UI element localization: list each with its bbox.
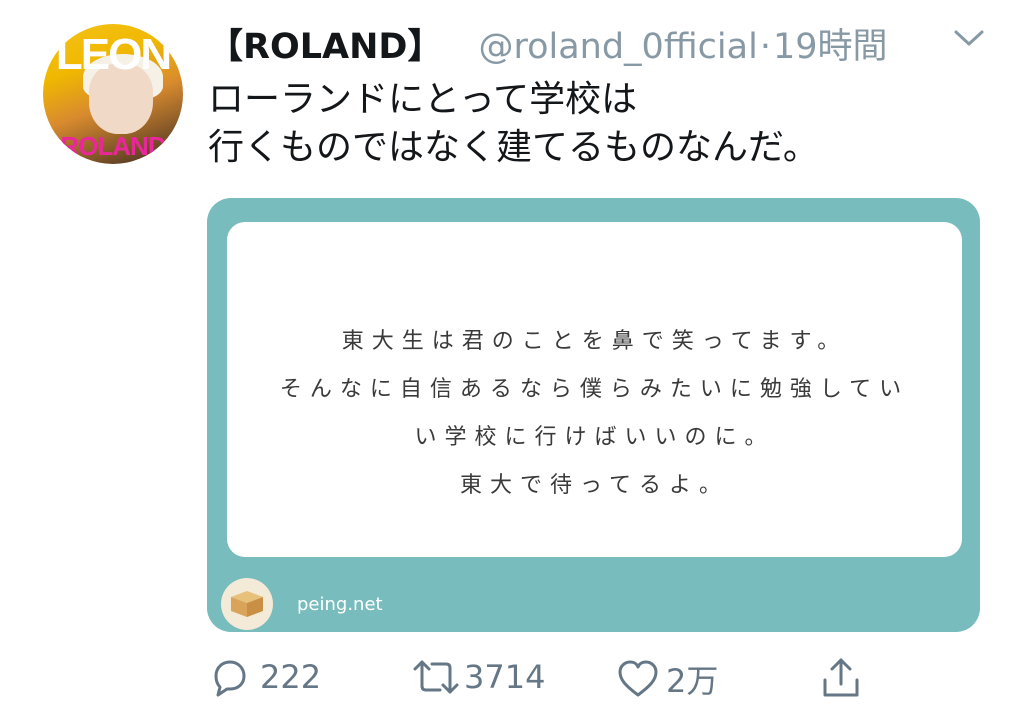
display-name[interactable]: 【ROLAND】 xyxy=(208,18,442,69)
tweet-actions: 222 3714 2万 xyxy=(208,656,888,700)
question-text: 東大生は君のことを鼻で笑ってます。 そんなに自信あるなら僕らみたいに勉強してい … xyxy=(227,318,962,510)
question-line: 東大で待ってるよ。 xyxy=(460,473,729,498)
avatar-magazine-caption: ROLAND xyxy=(60,131,166,161)
peing-question-card[interactable]: 東大生は君のことを鼻で笑ってます。 そんなに自信あるなら僕らみたいに勉強してい … xyxy=(207,198,980,632)
user-handle[interactable]: @roland_0fficial xyxy=(478,27,757,67)
tweet-text-line: 行くものではなく建てるものなんだ。 xyxy=(208,127,819,168)
retweet-button[interactable]: 3714 xyxy=(412,656,545,698)
question-panel: 東大生は君のことを鼻で笑ってます。 そんなに自信あるなら僕らみたいに勉強してい … xyxy=(227,222,962,557)
tweet-text: ローランドにとって学校は 行くものではなく建てるものなんだ。 xyxy=(208,76,819,172)
retweet-count: 3714 xyxy=(464,658,546,696)
like-button[interactable]: 2万 xyxy=(616,656,718,702)
chevron-down-icon[interactable] xyxy=(950,26,988,50)
tweet-header: 【ROLAND】 @roland_0fficial · 19時間 xyxy=(208,18,888,69)
card-footer: peing.net xyxy=(221,578,383,630)
avatar-magazine-title: LEON xyxy=(55,30,172,79)
profile-avatar[interactable]: LEON ROLAND xyxy=(43,24,183,164)
retweet-icon xyxy=(413,660,459,694)
share-icon xyxy=(823,658,859,697)
reply-icon xyxy=(214,660,246,697)
heart-icon xyxy=(618,660,658,697)
tweet-timestamp[interactable]: 19時間 xyxy=(773,18,888,69)
question-line: そんなに自信あるなら僕らみたいに勉強してい xyxy=(279,377,910,402)
question-line: 東大生は君のことを鼻で笑ってます。 xyxy=(341,329,848,354)
reply-button[interactable]: 222 xyxy=(208,656,321,698)
tweet-text-line: ローランドにとって学校は xyxy=(208,79,638,120)
box-icon xyxy=(221,578,273,630)
share-button[interactable] xyxy=(820,656,862,700)
like-count: 2万 xyxy=(666,662,719,700)
separator-dot: · xyxy=(759,27,771,67)
site-label[interactable]: peing.net xyxy=(297,594,383,615)
question-line: い学校に行けばいいのに。 xyxy=(414,425,775,450)
reply-count: 222 xyxy=(260,658,322,696)
